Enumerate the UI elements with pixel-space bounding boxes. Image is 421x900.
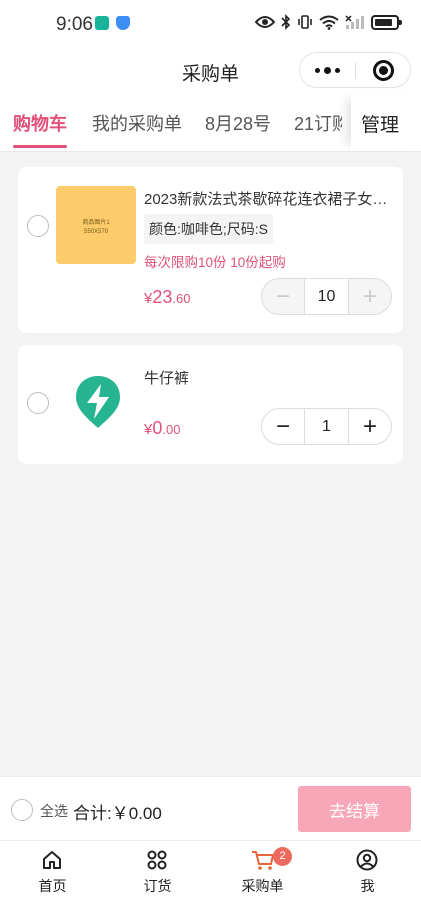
quantity-stepper: − 10 +	[261, 278, 392, 315]
price-decimal: .00	[162, 422, 181, 437]
decrease-quantity-button[interactable]: −	[262, 279, 304, 314]
manage-button[interactable]: 管理	[351, 92, 421, 151]
product-title[interactable]: 牛仔裤	[144, 367, 394, 388]
phone-icon	[95, 16, 109, 30]
tabbar-item-home[interactable]: 首页	[0, 841, 105, 900]
status-time: 9:06	[56, 14, 93, 35]
select-all-label[interactable]: 全选	[40, 801, 68, 821]
tabbar-item-order[interactable]: 订货	[105, 841, 210, 900]
user-icon	[356, 849, 378, 871]
wifi-icon	[319, 15, 339, 30]
cart-item: 商品图片1 550X570 2023新款法式茶歇碎花连衣裙子女… 颜色:咖啡色;…	[18, 167, 403, 333]
tabbar-label: 我	[360, 878, 375, 894]
vibrate-icon	[298, 15, 312, 29]
increase-quantity-button[interactable]: +	[349, 279, 391, 314]
tabbar-label: 采购单	[241, 878, 284, 894]
product-price: ¥0.00	[144, 418, 180, 439]
quantity-value[interactable]: 10	[304, 279, 349, 314]
tabbar-item-purchase[interactable]: 2 采购单	[210, 841, 315, 900]
home-icon	[43, 851, 61, 869]
item-select-radio[interactable]	[27, 392, 49, 414]
lightning-bolt-icon	[76, 376, 120, 428]
grid-icon	[147, 850, 167, 870]
select-all-radio[interactable]	[11, 799, 33, 821]
tabbar-label: 首页	[38, 878, 67, 894]
close-mini-program-icon[interactable]	[373, 60, 394, 81]
bottom-tab-bar: 首页 订货 2 采购单 我	[0, 840, 421, 900]
tab-my-purchase-orders[interactable]: 我的采购单	[92, 110, 182, 136]
product-price: ¥23.60	[144, 287, 190, 308]
signal-icon	[345, 14, 364, 29]
quantity-stepper: − 1 +	[261, 408, 392, 445]
item-select-radio[interactable]	[27, 215, 49, 237]
shield-icon	[116, 16, 130, 30]
tab-cart[interactable]: 购物车	[13, 110, 67, 148]
price-integer: 0	[152, 418, 163, 438]
price-integer: 23	[152, 287, 173, 307]
mini-program-capsule	[299, 52, 411, 88]
manage-label: 管理	[361, 115, 400, 136]
more-menu-icon[interactable]	[300, 53, 355, 87]
increase-quantity-button[interactable]: +	[349, 409, 391, 444]
thumbnail-caption: 商品图片1	[82, 220, 110, 226]
eye-icon	[255, 16, 275, 28]
cart-icon	[252, 851, 274, 870]
tabbar-item-me[interactable]: 我	[315, 841, 420, 900]
tab-bar-top: 购物车 我的采购单 8月28号 21订购 管理	[0, 92, 421, 152]
bluetooth-icon	[281, 14, 291, 30]
total-amount: 合计:￥0.00	[73, 804, 162, 823]
status-icons	[255, 14, 402, 30]
tab-aug-28[interactable]: 8月28号	[205, 110, 271, 136]
decrease-quantity-button[interactable]: −	[262, 409, 304, 444]
checkout-button[interactable]: 去结算	[298, 786, 411, 832]
purchase-limit: 每次限购10份 10份起购	[144, 255, 286, 270]
status-bar: 9:06	[0, 0, 421, 50]
product-spec[interactable]: 颜色:咖啡色;尺码:S	[144, 214, 274, 244]
cart-item: 牛仔裤 ¥0.00 − 1 +	[18, 345, 403, 464]
tab-21-order[interactable]: 21订购	[294, 110, 342, 136]
checkout-bar: 全选 合计:￥0.00 去结算	[0, 776, 421, 840]
battery-icon	[371, 14, 402, 30]
price-decimal: .60	[172, 291, 191, 306]
product-thumbnail[interactable]	[68, 372, 128, 432]
product-title[interactable]: 2023新款法式茶歇碎花连衣裙子女…	[144, 188, 394, 209]
cart-count-badge: 2	[273, 847, 292, 866]
tabbar-label: 订货	[143, 878, 172, 894]
product-thumbnail[interactable]: 商品图片1 550X570	[56, 186, 136, 264]
quantity-value[interactable]: 1	[304, 409, 349, 444]
nav-bar: 采购单	[0, 50, 421, 92]
thumbnail-size: 550X570	[83, 229, 109, 235]
capsule-divider	[355, 63, 356, 79]
